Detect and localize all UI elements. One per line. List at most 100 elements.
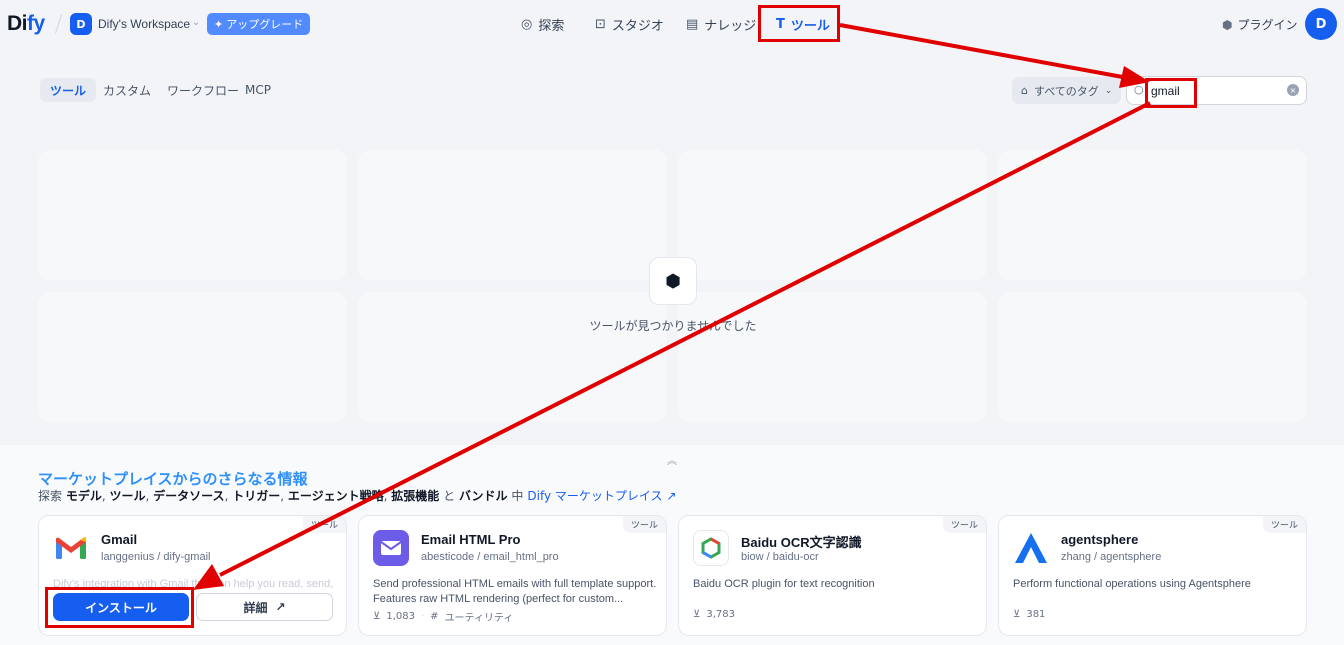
card-pkg-name: agentsphere [1100,551,1162,563]
nav-studio-label: スタジオ [611,18,664,34]
card-org-name: abesticode [421,551,475,563]
card-stats: ⊻ 1,083 · # ユーティリティ [373,609,513,624]
subtitle-item: モデル [65,489,102,503]
card-pkg-name: email_html_pro [483,551,559,563]
robot-icon: ⊡ [595,16,606,32]
card-pkg-name: baidu-ocr [772,551,819,563]
marketplace-link-label: Dify マーケットプレイス [527,489,663,503]
chevron-down-icon: ⌄ [1104,85,1113,96]
tag-filter-dropdown[interactable]: ⌂ すべてのタグ ⌄ [1012,77,1121,104]
compass-icon: ◎ [521,16,533,32]
plugins-button[interactable]: ⬢ プラグイン [1222,16,1298,33]
card-org: zhang / agentsphere [1061,551,1162,563]
card-description: Baidu OCR plugin for text recognition [693,578,875,590]
card-name: Email HTML Pro [421,532,521,547]
detail-label: 詳細 [243,600,268,615]
subtitle-prefix: 探索 [38,489,63,503]
workspace-avatar[interactable]: D [70,13,92,35]
plugin-card-baidu-ocr[interactable]: ツール Baidu OCR文字認識 biow / baidu-ocr Baidu… [678,515,987,636]
card-stats: ⊻ 3,783 [693,609,735,620]
empty-state-text: ツールが見つかりませんでした [589,319,757,333]
download-icon: ⊻ [373,611,381,622]
card-org: abesticode / email_html_pro [421,551,559,563]
card-org-name: langgenius [101,551,155,563]
card-org-name: biow [741,551,764,563]
workspace-name[interactable]: Dify's Workspace [98,17,190,31]
download-icon: ⊻ [1013,609,1021,620]
search-icon: ○ [1134,83,1144,96]
dify-logo[interactable]: Dify [7,12,45,36]
card-stats: ⊻ 381 [1013,609,1045,620]
hash-icon: # [430,611,439,622]
download-icon: ⊻ [693,609,701,620]
tab-tools[interactable]: ツール [40,78,97,102]
annotation-box-install [45,587,194,628]
subtitle-item: ツール [109,489,146,503]
marketplace-subtitle: 探索 モデル, ツール, データソース, トリガー, エージェント戦略, 拡張機… [38,487,677,504]
tag-filter-label: すべてのタグ [1033,84,1099,98]
logo-text-a: Di [7,12,28,35]
placeholder-card [358,292,667,422]
tab-custom[interactable]: カスタム [93,78,161,102]
logo-text-b: fy [27,12,45,35]
card-name: agentsphere [1061,532,1139,547]
nav-explore-label: 探索 [538,18,565,34]
plugin-card-agentsphere[interactable]: ツール agentsphere zhang / agentsphere Perf… [998,515,1307,636]
card-pkg-name: dify-gmail [163,551,211,563]
placeholder-card [38,150,347,280]
subtitle-item: エージェント戦略 [287,489,384,503]
dot-separator: · [420,611,425,622]
detail-button[interactable]: 詳細 ↗ [196,593,333,621]
upgrade-button[interactable]: ✦ アップグレード [207,13,311,35]
subtitle-item: トリガー [232,489,281,503]
card-name: Gmail [101,532,138,547]
placeholder-card [678,150,987,280]
top-header: Dify D Dify's Workspace ⌄ ✦ アップグレード ◎ 探索 … [0,0,1344,50]
card-install-count: 381 [1026,609,1046,620]
placeholder-card [998,292,1307,422]
clear-icon[interactable]: × [1287,84,1299,96]
card-badge: ツール [622,516,666,533]
upgrade-label: アップグレード [226,18,304,31]
card-name: Baidu OCR文字認識 [741,535,862,550]
placeholder-card [38,292,347,422]
nav-studio[interactable]: ⊡ スタジオ [595,6,664,42]
subtitle-item: データソース [153,489,225,503]
marketplace-link[interactable]: Dify マーケットプレイス ↗ [527,487,676,504]
card-org-name: zhang [1061,551,1091,563]
chevron-down-icon[interactable]: ⌄ [192,17,200,28]
plugin-card-email-html-pro[interactable]: ツール Email HTML Pro abesticode / email_ht… [358,515,667,636]
card-org: langgenius / dify-gmail [101,551,211,563]
card-badge: ツール [302,516,346,533]
placeholder-card [358,150,667,280]
nav-explore[interactable]: ◎ 探索 [521,6,564,42]
ocr-icon [693,530,729,566]
subtitle-item: 拡張機能 [391,489,440,503]
placeholder-card [998,150,1307,280]
card-badge: ツール [1262,516,1306,533]
subtitle-in: 中 [511,489,524,503]
user-avatar[interactable]: D [1305,8,1337,40]
sparkle-icon: ✦ [214,17,224,31]
gmail-icon [53,530,89,566]
placeholder-card [678,292,987,422]
cube-icon: ⬢ [1222,17,1233,32]
card-org: biow / baidu-ocr [741,551,819,563]
annotation-box-tools [758,5,840,42]
envelope-icon [373,530,409,566]
plugins-label: プラグイン [1237,18,1298,32]
card-description: Perform functional operations using Agen… [1013,578,1251,590]
subtitle-and: と [443,489,456,503]
chevron-up-icon[interactable]: ︽ [667,452,677,467]
card-tag: ユーティリティ [444,613,514,624]
marketplace-title: マーケットプレイスからのさらなる情報 [38,470,308,488]
annotation-box-search [1145,78,1197,108]
card-install-count: 3,783 [706,609,735,620]
agentsphere-logo-icon [1013,530,1049,566]
empty-cube-icon: ⬢ [649,257,697,305]
book-icon: ▤ [686,16,699,32]
nav-knowledge[interactable]: ▤ ナレッジ [686,6,756,42]
card-install-count: 1,083 [386,611,415,622]
external-link-icon: ↗ [275,600,286,614]
tab-mcp[interactable]: MCP [235,78,281,102]
